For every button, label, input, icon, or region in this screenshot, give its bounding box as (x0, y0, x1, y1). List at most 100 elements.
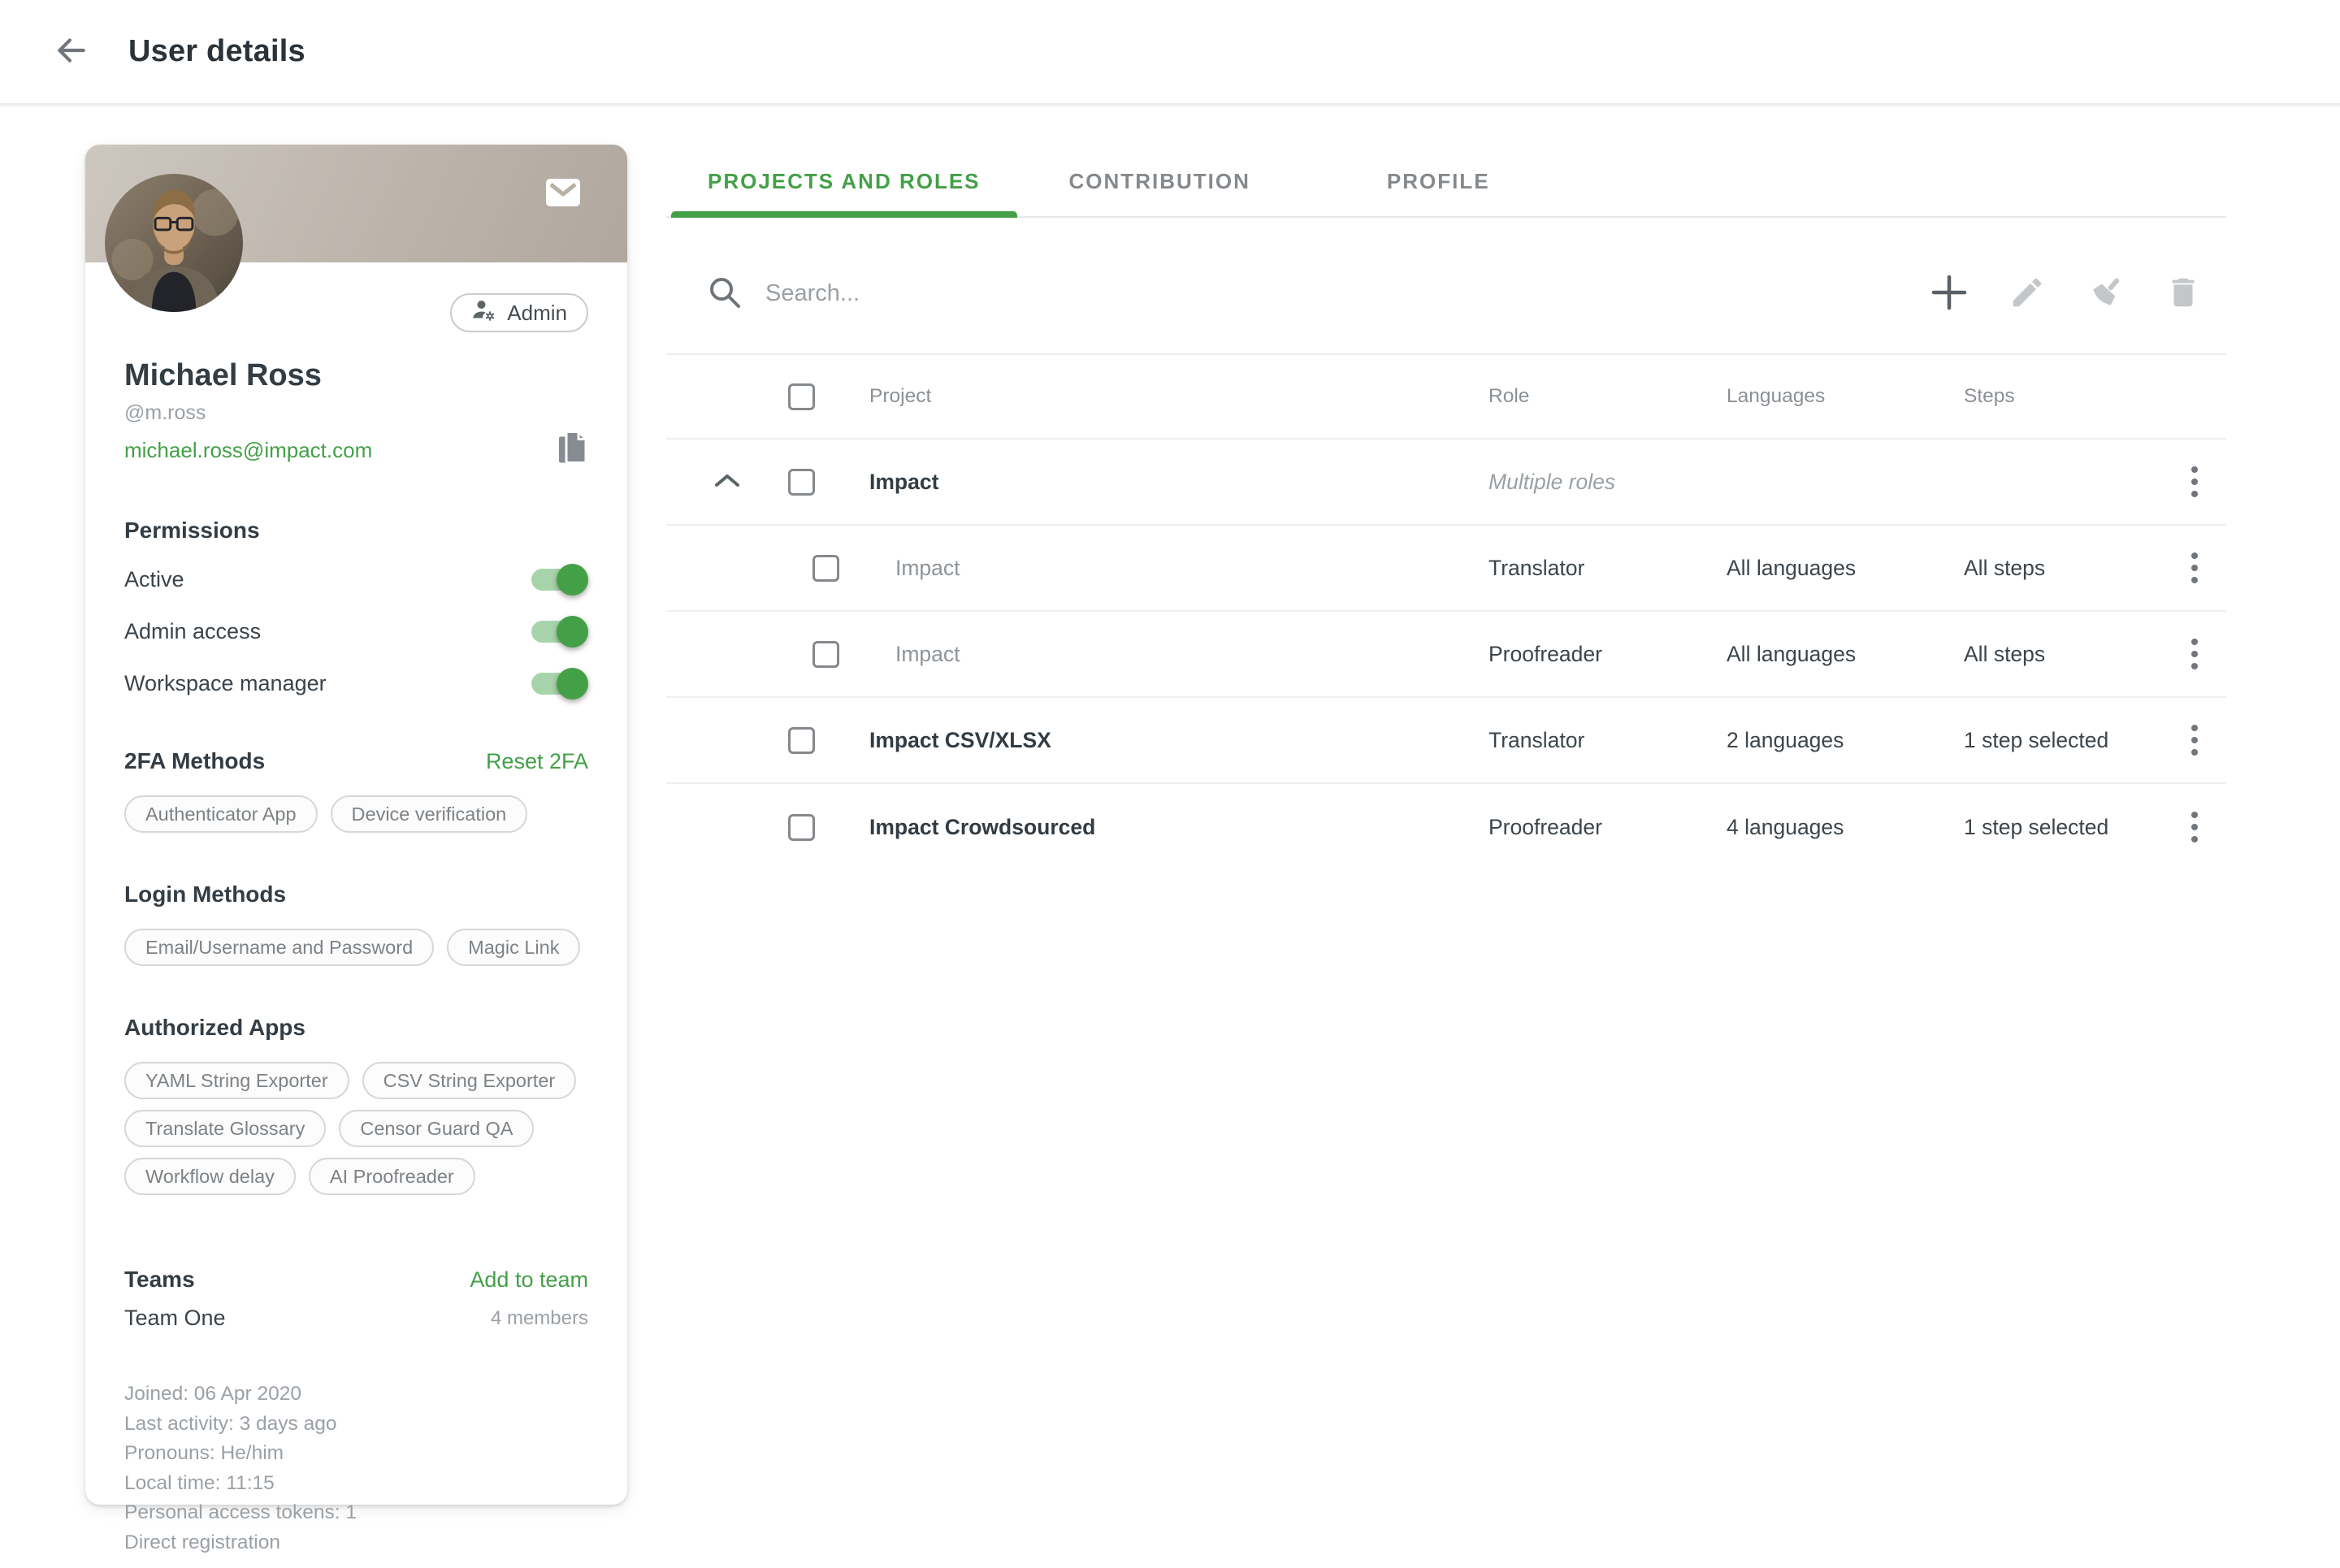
table-row-impact-crowdsourced[interactable]: Impact Crowdsourced Proofreader 4 langua… (666, 784, 2226, 870)
back-button[interactable] (52, 32, 89, 71)
role-value: Proofreader (1488, 642, 1727, 667)
page-title: User details (128, 34, 306, 69)
authorized-app-chip: YAML String Exporter (124, 1062, 349, 1099)
clear-button[interactable] (2086, 274, 2124, 314)
table-row-impact-csv-xlsx[interactable]: Impact CSV/XLSX Translator 2 languages 1… (666, 698, 2226, 784)
avatar (105, 174, 243, 312)
chevron-up-icon (713, 472, 741, 492)
column-header-steps: Steps (1964, 385, 2163, 408)
toggle-label: Admin access (124, 619, 261, 644)
user-card: Admin Michael Ross @m.ross michael.ross@… (85, 145, 627, 1505)
plus-icon (1930, 274, 1968, 314)
row-checkbox[interactable] (788, 469, 815, 496)
workspace-manager-toggle[interactable] (531, 673, 585, 695)
languages-value: 2 languages (1727, 728, 1964, 753)
projects-table: Project Role Languages Steps Impact Mult… (666, 353, 2226, 870)
meta-access-tokens: Personal access tokens: 1 (124, 1498, 588, 1528)
login-method-chip: Email/Username and Password (124, 929, 434, 966)
column-header-project: Project (869, 385, 1488, 408)
collapse-row-button[interactable] (713, 472, 741, 492)
table-row-impact-translator[interactable]: Impact Translator All languages All step… (666, 526, 2226, 612)
steps-value: 1 step selected (1964, 728, 2163, 753)
team-list-item[interactable]: Team One 4 members (124, 1306, 588, 1331)
trash-icon (2164, 274, 2202, 314)
row-menu-button[interactable] (2186, 461, 2203, 502)
teams-heading: Teams (124, 1267, 195, 1293)
active-toggle[interactable] (531, 569, 585, 591)
column-header-role: Role (1488, 385, 1727, 408)
authorized-app-chip: AI Proofreader (309, 1158, 475, 1195)
authorized-app-chip: Translate Glossary (124, 1110, 326, 1147)
add-button[interactable] (1930, 274, 1968, 314)
add-to-team-link[interactable]: Add to team (470, 1267, 588, 1293)
row-menu-button[interactable] (2186, 807, 2203, 847)
twofa-method-chip: Authenticator App (124, 795, 318, 833)
toggle-label: Workspace manager (124, 671, 327, 696)
role-value: Translator (1488, 556, 1727, 581)
copy-icon (557, 430, 588, 470)
meta-last-activity: Last activity: 3 days ago (124, 1410, 588, 1440)
row-checkbox[interactable] (812, 555, 839, 582)
role-value: Translator (1488, 728, 1727, 753)
meta-pronouns: Pronouns: He/him (124, 1439, 588, 1469)
project-name: Impact CSV/XLSX (869, 728, 1488, 753)
steps-value: All steps (1964, 556, 2163, 581)
search-input[interactable] (765, 280, 1930, 307)
twofa-heading: 2FA Methods (124, 748, 265, 774)
user-email-link[interactable]: michael.ross@impact.com (124, 438, 372, 463)
table-row-impact-proofreader[interactable]: Impact Proofreader All languages All ste… (666, 612, 2226, 698)
page-header: User details (0, 0, 2340, 106)
login-method-chip: Magic Link (447, 929, 580, 966)
authorized-apps-heading: Authorized Apps (124, 1015, 306, 1041)
toggle-row-workspace-manager: Workspace manager (124, 667, 588, 700)
steps-value: 1 step selected (1964, 815, 2163, 840)
admin-access-toggle[interactable] (531, 621, 585, 643)
table-toolbar (666, 218, 2226, 353)
column-header-languages: Languages (1727, 385, 1964, 408)
main-panel: PROJECTS AND ROLES CONTRIBUTION PROFILE (666, 146, 2226, 870)
tab-projects-and-roles[interactable]: PROJECTS AND ROLES (671, 146, 1017, 216)
delete-button[interactable] (2164, 274, 2202, 314)
tab-bar: PROJECTS AND ROLES CONTRIBUTION PROFILE (666, 146, 2226, 218)
user-meta: Joined: 06 Apr 2020 Last activity: 3 day… (124, 1380, 588, 1557)
authorized-app-chip: Censor Guard QA (339, 1110, 534, 1147)
row-checkbox[interactable] (788, 814, 815, 841)
languages-value: 4 languages (1727, 815, 1964, 840)
steps-value: All steps (1964, 642, 2163, 667)
row-menu-button[interactable] (2186, 720, 2203, 760)
row-checkbox[interactable] (788, 727, 815, 754)
languages-value: All languages (1727, 556, 1964, 581)
send-email-button[interactable] (546, 179, 580, 209)
role-value: Proofreader (1488, 815, 1727, 840)
twofa-method-chip: Device verification (331, 795, 528, 833)
team-members-count: 4 members (491, 1307, 588, 1330)
meta-registration: Direct registration (124, 1528, 588, 1558)
edit-button[interactable] (2008, 274, 2046, 314)
row-checkbox[interactable] (812, 641, 839, 668)
search-icon (705, 273, 743, 314)
user-handle: @m.ross (124, 401, 588, 425)
tab-contribution[interactable]: CONTRIBUTION (1033, 146, 1287, 216)
row-menu-button[interactable] (2186, 634, 2203, 674)
pencil-icon (2008, 274, 2046, 314)
authorized-app-chip: CSV String Exporter (362, 1062, 577, 1099)
project-name: Impact Crowdsourced (869, 815, 1488, 840)
copy-email-button[interactable] (557, 430, 588, 470)
tab-profile[interactable]: PROFILE (1350, 146, 1527, 216)
role-value: Multiple roles (1488, 470, 1727, 495)
meta-joined: Joined: 06 Apr 2020 (124, 1380, 588, 1410)
user-card-body: Admin Michael Ross @m.ross michael.ross@… (85, 293, 627, 1557)
toggle-label: Active (124, 567, 184, 592)
table-row-group-impact[interactable]: Impact Multiple roles (666, 440, 2226, 526)
manage-accounts-icon (471, 298, 496, 328)
team-name: Team One (124, 1306, 226, 1331)
row-menu-button[interactable] (2186, 548, 2203, 588)
broom-icon (2086, 274, 2124, 314)
languages-value: All languages (1727, 642, 1964, 667)
authorized-app-chip: Workflow delay (124, 1158, 296, 1195)
select-all-checkbox[interactable] (788, 383, 815, 410)
project-name: Impact (869, 470, 1488, 495)
reset-2fa-link[interactable]: Reset 2FA (486, 749, 588, 774)
project-name: Impact (869, 642, 1488, 667)
meta-local-time: Local time: 11:15 (124, 1469, 588, 1499)
